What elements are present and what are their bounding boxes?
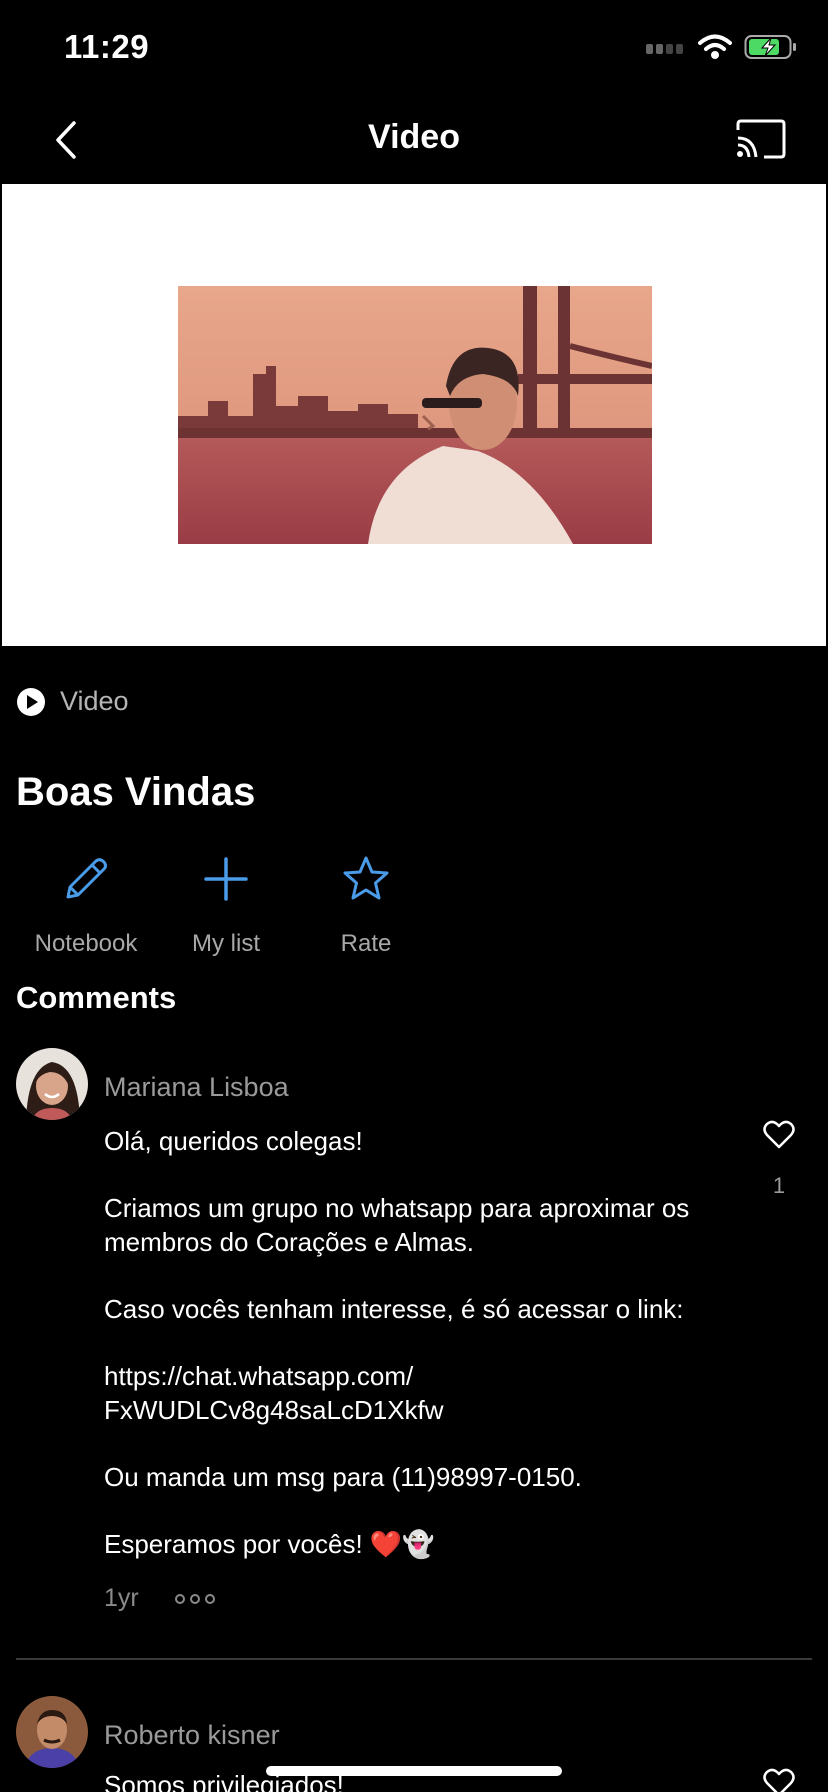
heart-icon[interactable] bbox=[763, 1768, 795, 1792]
comment-item: Roberto kisner Somos privilegiados! bbox=[16, 1696, 812, 1792]
avatar[interactable] bbox=[16, 1696, 88, 1768]
content-title: Boas Vindas bbox=[16, 770, 256, 814]
video-player[interactable] bbox=[2, 184, 826, 646]
battery-icon bbox=[744, 35, 796, 59]
nav-bar: Video bbox=[0, 100, 828, 182]
comment-author[interactable]: Mariana Lisboa bbox=[104, 1072, 289, 1103]
comment-paragraph: Criamos um grupo no whatsapp para aproxi… bbox=[104, 1193, 690, 1257]
comment-meta: 1yr bbox=[104, 1584, 215, 1613]
cast-button[interactable] bbox=[734, 118, 788, 160]
like-control bbox=[754, 1768, 804, 1792]
comment-author[interactable]: Roberto kisner bbox=[104, 1720, 280, 1751]
status-bar: 11:29 bbox=[0, 0, 828, 100]
my-list-label: My list bbox=[192, 930, 260, 957]
play-circle-icon bbox=[17, 687, 45, 716]
comment-link[interactable]: https://chat.whatsapp.com/ FxWUDLCv8g48s… bbox=[104, 1359, 504, 1427]
content-type-label: Video bbox=[16, 686, 129, 717]
my-list-button[interactable]: My list bbox=[156, 850, 296, 958]
rate-button[interactable]: Rate bbox=[296, 850, 436, 958]
status-icons bbox=[646, 34, 798, 60]
notebook-label: Notebook bbox=[34, 930, 138, 957]
comment-paragraph: Olá, queridos colegas! bbox=[104, 1126, 363, 1156]
plus-icon bbox=[204, 857, 248, 901]
comments-heading: Comments bbox=[16, 980, 177, 1015]
comment-paragraph: Ou manda um msg para (11)98997-0150. bbox=[104, 1462, 582, 1492]
signal-icon bbox=[646, 44, 683, 54]
comment-paragraph: Esperamos por vocês! ❤️👻 bbox=[104, 1529, 435, 1559]
status-time: 11:29 bbox=[64, 28, 150, 65]
like-count: 1 bbox=[772, 1173, 786, 1198]
home-indicator[interactable] bbox=[266, 1766, 562, 1776]
comment-paragraph: Caso vocês tenham interesse, é só acessa… bbox=[104, 1294, 684, 1324]
action-bar: Notebook My list Rate bbox=[16, 850, 436, 958]
pencil-icon bbox=[66, 858, 107, 899]
star-icon bbox=[343, 856, 389, 900]
rate-label: Rate bbox=[340, 930, 392, 957]
avatar[interactable] bbox=[16, 1048, 88, 1120]
cast-icon bbox=[736, 119, 786, 159]
video-thumbnail[interactable] bbox=[178, 286, 652, 544]
comment-item: Mariana Lisboa Olá, queridos colegas! Cr… bbox=[16, 1048, 812, 1628]
more-options-icon[interactable] bbox=[174, 1593, 215, 1604]
divider bbox=[16, 1658, 812, 1660]
like-control: 1 bbox=[754, 1120, 804, 1199]
notebook-button[interactable]: Notebook bbox=[16, 850, 156, 958]
comment-body: Olá, queridos colegas! Criamos um grupo … bbox=[104, 1124, 724, 1594]
wifi-icon bbox=[698, 34, 732, 59]
page-title: Video bbox=[368, 118, 460, 156]
content-type-text: Video bbox=[60, 686, 129, 716]
comment-time: 1yr bbox=[104, 1584, 139, 1612]
heart-icon[interactable] bbox=[763, 1120, 795, 1150]
